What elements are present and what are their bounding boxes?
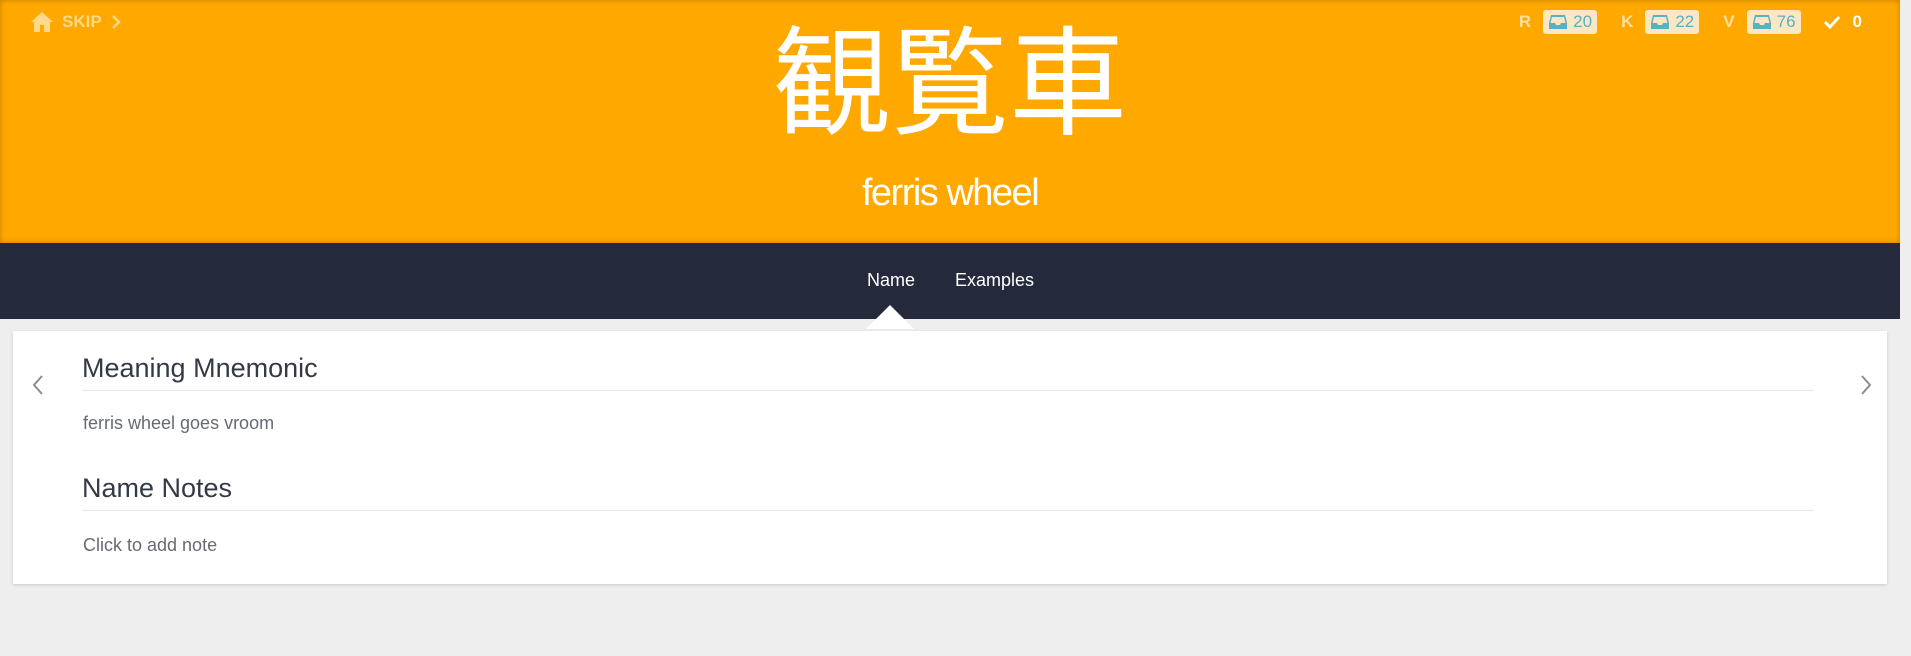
subject-meaning: ferris wheel	[861, 172, 1040, 214]
tab-bar: Name Examples	[0, 243, 1900, 319]
content-card: Meaning Mnemonic ferris wheel goes vroom…	[13, 331, 1887, 584]
scrollbar-track[interactable]	[1900, 0, 1911, 656]
subject-characters: 観覧車	[772, 15, 1127, 153]
chevron-left-icon[interactable]	[31, 373, 45, 402]
subject-header: SKIP R 20 K 22 V 76 0 観覧車 ferris wheel	[0, 0, 1900, 243]
active-tab-pointer	[866, 305, 914, 329]
section-title-name-notes: Name Notes	[82, 473, 1814, 511]
chevron-right-icon[interactable]	[1859, 373, 1873, 402]
add-note-link[interactable]: Click to add note	[83, 535, 217, 556]
meaning-mnemonic-text: ferris wheel goes vroom	[83, 413, 275, 433]
section-title-meaning-mnemonic: Meaning Mnemonic	[82, 353, 1814, 391]
tab-name[interactable]: Name	[867, 270, 915, 291]
tab-examples[interactable]: Examples	[955, 270, 1034, 291]
